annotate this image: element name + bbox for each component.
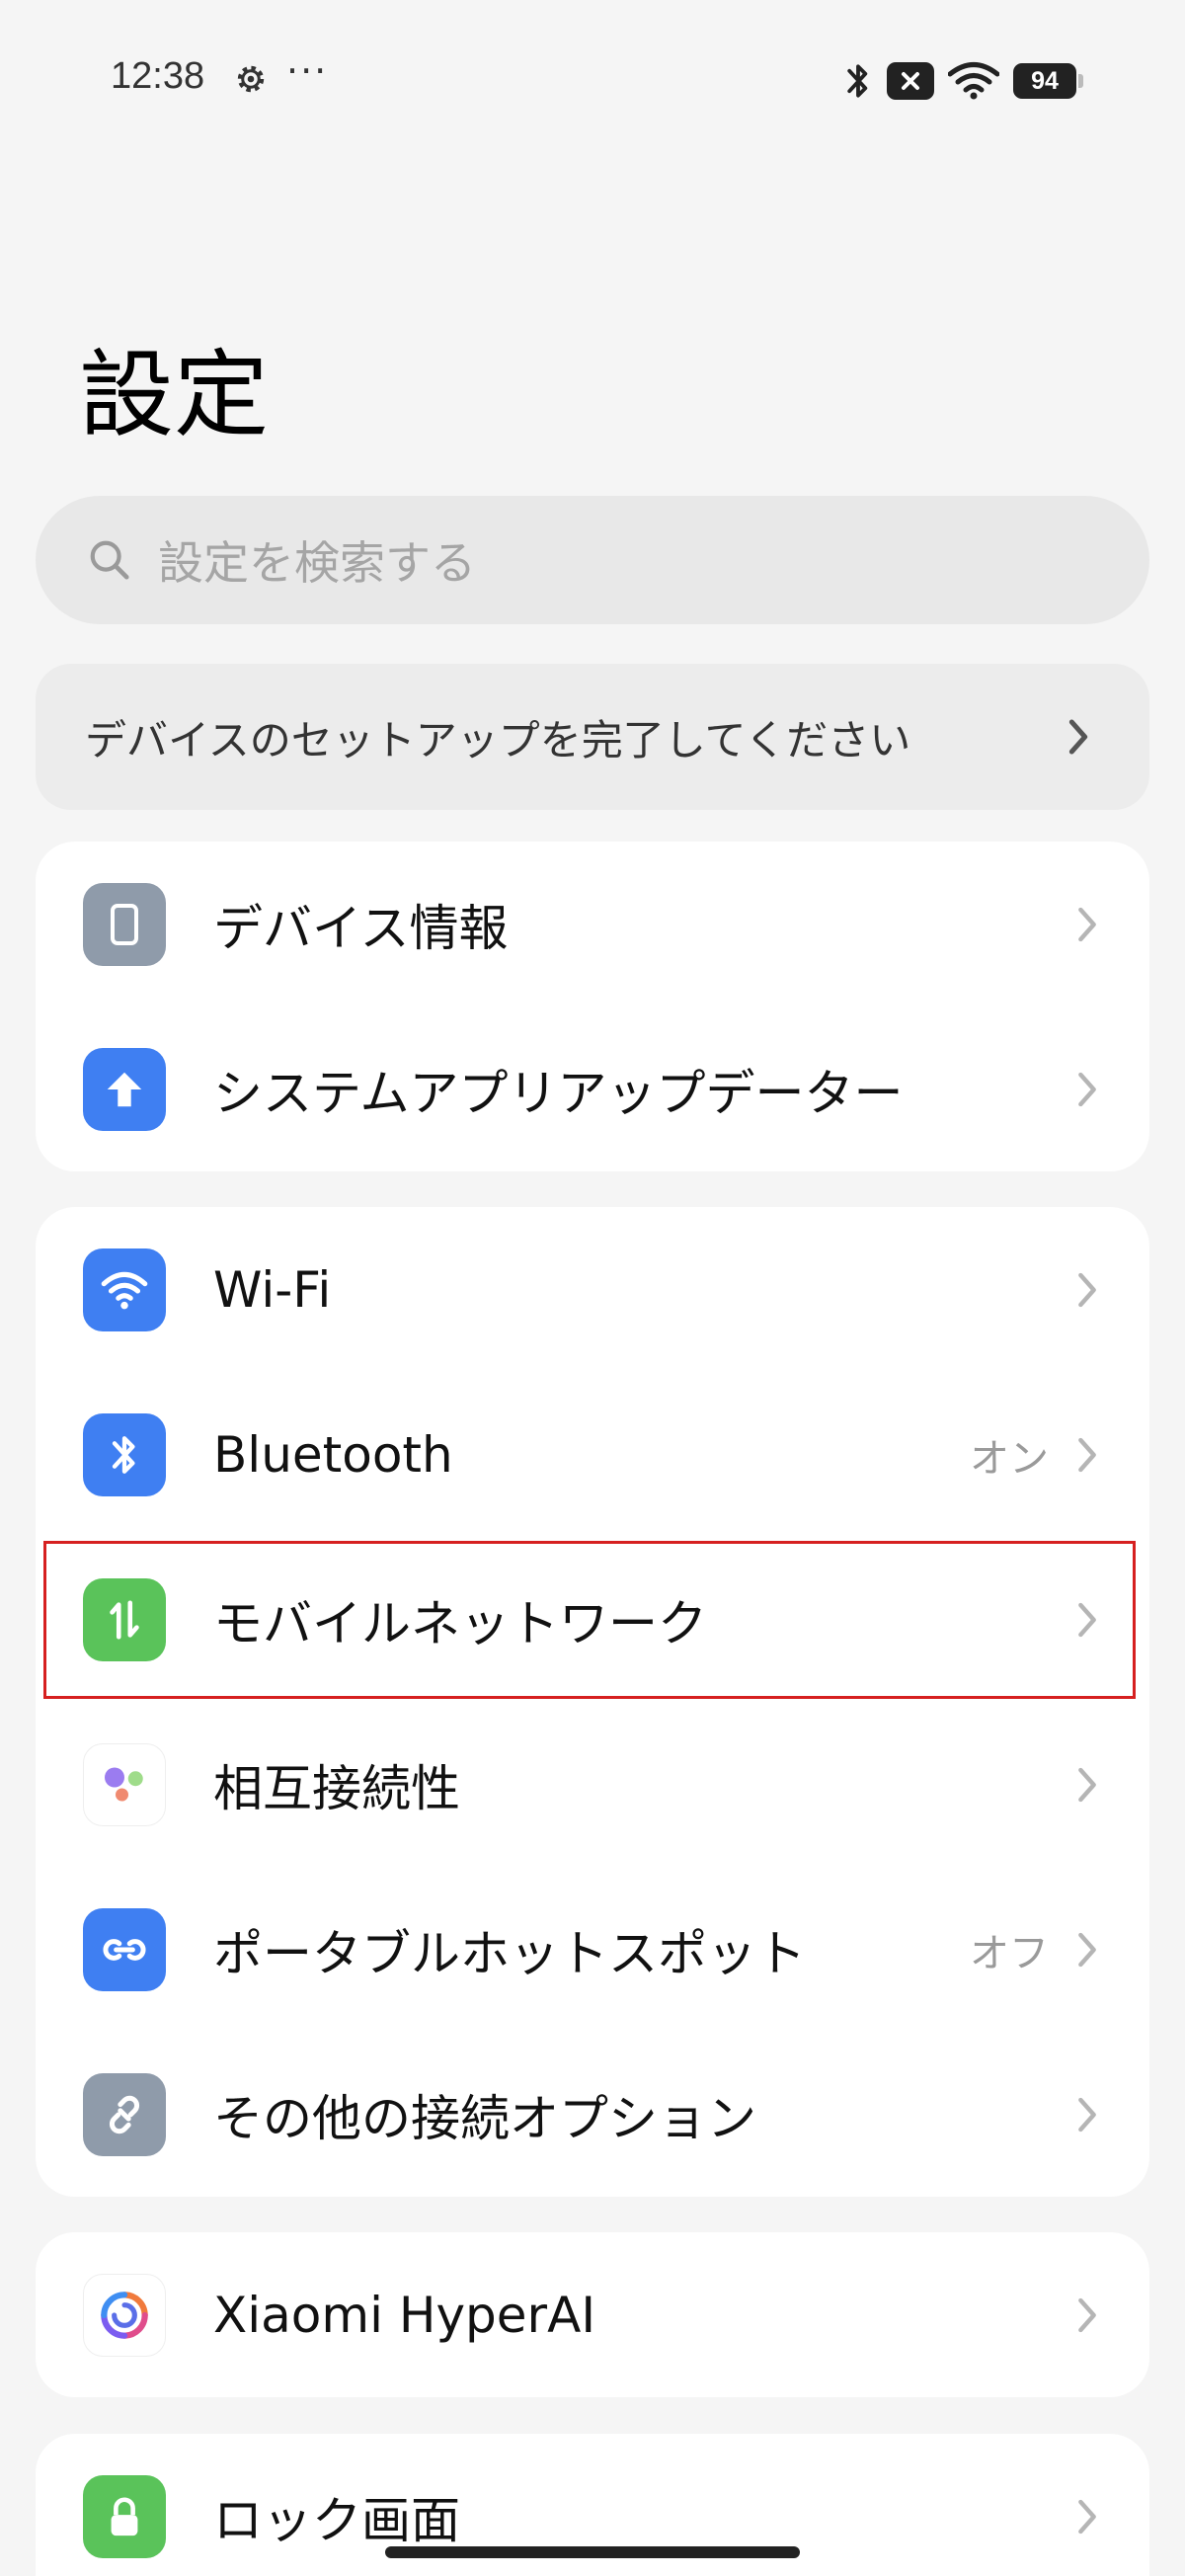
search-placeholder: 設定を検索する — [158, 536, 476, 590]
row-label: Wi-Fi — [213, 1260, 332, 1319]
row-status: オン — [970, 1435, 1049, 1482]
chevron-right-icon — [1078, 1932, 1096, 1967]
chevron-right-icon — [1078, 1437, 1096, 1472]
link-icon — [83, 2072, 166, 2156]
setup-banner-label: デバイスのセットアップを完了してください — [85, 715, 911, 765]
hyperai-icon — [83, 2273, 166, 2357]
more-notifications-indicator: ··· — [286, 49, 329, 93]
row-label: ロック画面 — [213, 2491, 460, 2549]
lock-icon — [83, 2474, 166, 2558]
bluetooth-icon — [83, 1412, 166, 1496]
settings-gear-icon — [237, 65, 265, 93]
settings-group-ai: Xiaomi HyperAI — [36, 2232, 1149, 2397]
row-label: Xiaomi HyperAI — [213, 2286, 596, 2344]
chevron-right-icon — [1078, 2499, 1096, 2534]
search-icon — [90, 540, 129, 580]
row-wifi[interactable]: Wi-Fi — [36, 1207, 1149, 1372]
chevron-right-icon — [1078, 2097, 1096, 2132]
row-label: システムアプリアップデーター — [213, 1064, 904, 1122]
hotspot-icon — [83, 1907, 166, 1991]
row-device-info[interactable]: デバイス情報 — [36, 842, 1149, 1006]
settings-group-device: デバイス情報 システムアプリアップデーター — [36, 842, 1149, 1171]
row-other-connection-options[interactable]: その他の接続オプション — [36, 2032, 1149, 2197]
chevron-right-icon — [1078, 1767, 1096, 1802]
status-bar: 12:38 ··· 94 — [0, 0, 1185, 158]
chevron-right-icon — [1078, 2297, 1096, 2332]
settings-group-connectivity: Wi-Fi Bluetooth オン モバイルネットワーク 相互接続性 ポータブ… — [36, 1207, 1149, 2197]
status-time: 12:38 — [111, 55, 205, 97]
chevron-right-icon — [1078, 1272, 1096, 1307]
home-indicator[interactable] — [385, 2546, 800, 2558]
row-bluetooth[interactable]: Bluetooth オン — [36, 1372, 1149, 1537]
chevron-right-icon — [1078, 1072, 1096, 1106]
arrow-up-icon — [83, 1047, 166, 1131]
highlight-box — [43, 1541, 1136, 1699]
row-label: デバイス情報 — [213, 899, 509, 957]
battery-level: 94 — [1031, 67, 1059, 95]
row-xiaomi-hyperai[interactable]: Xiaomi HyperAI — [36, 2232, 1149, 2397]
chevron-right-icon — [1078, 907, 1096, 941]
row-interconnectivity[interactable]: 相互接続性 — [36, 1702, 1149, 1867]
row-label: ポータブルホットスポット — [213, 1924, 806, 1982]
phone-icon — [83, 882, 166, 966]
no-sim-icon — [887, 62, 934, 100]
setup-banner[interactable]: デバイスのセットアップを完了してください — [36, 664, 1149, 810]
wifi-icon — [83, 1248, 166, 1331]
page-title: 設定 — [79, 340, 269, 450]
wifi-icon — [948, 62, 999, 100]
chevron-right-icon — [1068, 719, 1088, 755]
search-input[interactable]: 設定を検索する — [36, 496, 1149, 624]
row-label: Bluetooth — [213, 1425, 453, 1484]
row-label: 相互接続性 — [213, 1759, 460, 1817]
row-label: その他の接続オプション — [213, 2089, 756, 2147]
row-system-app-updater[interactable]: システムアプリアップデーター — [36, 1006, 1149, 1171]
interconnectivity-icon — [83, 1742, 166, 1826]
bluetooth-icon — [847, 64, 868, 98]
battery-icon: 94 — [1013, 63, 1083, 99]
row-status: オフ — [970, 1930, 1049, 1976]
row-portable-hotspot[interactable]: ポータブルホットスポット オフ — [36, 1867, 1149, 2032]
